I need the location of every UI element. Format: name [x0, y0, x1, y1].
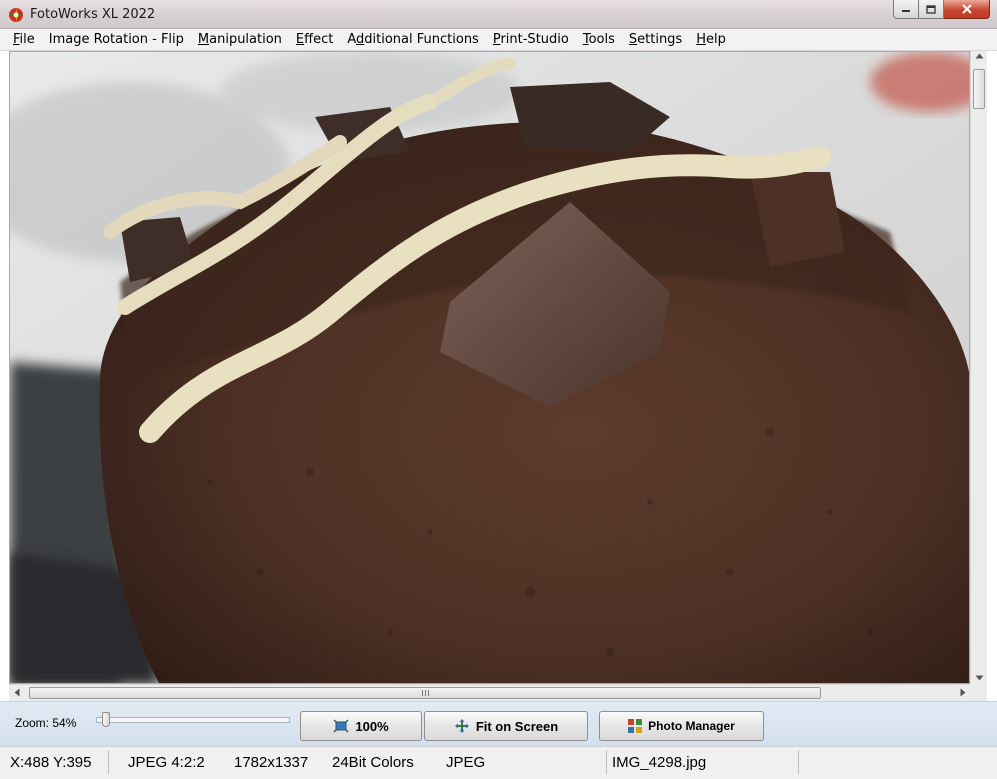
- status-format-subsampling: JPEG 4:2:2: [128, 754, 205, 771]
- fit-on-screen-label: Fit on Screen: [475, 718, 559, 734]
- menu-settings[interactable]: Settings: [622, 30, 689, 50]
- maximize-icon: [926, 4, 936, 14]
- actual-size-icon: [333, 719, 349, 733]
- photo-manager-icon: [628, 719, 643, 733]
- status-separator: [798, 750, 799, 774]
- zoom-toolbar: Zoom: 54% 100% Fit on Screen Photo Manag…: [0, 701, 997, 746]
- image-canvas[interactable]: [9, 51, 970, 684]
- photo-muffin: [10, 52, 969, 683]
- photo-manager-label: Photo Manager: [648, 719, 735, 733]
- horizontal-scroll-thumb[interactable]: [29, 687, 821, 699]
- scrollbar-corner: [970, 684, 987, 701]
- menu-manipulation[interactable]: Manipulation: [191, 30, 289, 50]
- minimize-button[interactable]: [893, 0, 919, 19]
- status-bar: X:488 Y:395 JPEG 4:2:2 1782x1337 24Bit C…: [0, 746, 997, 779]
- scroll-down-arrow-icon[interactable]: [975, 675, 984, 681]
- menu-help[interactable]: Help: [689, 30, 733, 50]
- app-logo-icon: [9, 8, 23, 22]
- status-filename: IMG_4298.jpg: [612, 754, 707, 771]
- scroll-up-arrow-icon[interactable]: [975, 53, 984, 59]
- menu-effect[interactable]: Effect: [289, 30, 340, 50]
- fit-screen-icon: [454, 719, 470, 733]
- scroll-grip-icon: [421, 690, 429, 696]
- window-controls: [893, 0, 990, 20]
- vertical-scrollbar[interactable]: [970, 51, 987, 684]
- status-format: JPEG: [446, 754, 486, 771]
- scroll-right-arrow-icon[interactable]: [960, 688, 966, 697]
- window-title: FotoWorks XL 2022: [30, 7, 156, 22]
- minimize-icon: [902, 10, 910, 12]
- menu-bar: File Image Rotation - Flip Manipulation …: [0, 29, 997, 51]
- status-dimensions: 1782x1337: [234, 754, 309, 771]
- status-coordinates: X:488 Y:395: [10, 754, 92, 771]
- zoom-slider-track[interactable]: [96, 717, 290, 723]
- zoom-label: Zoom: 54%: [15, 716, 77, 730]
- menu-tools[interactable]: Tools: [576, 30, 622, 50]
- menu-file[interactable]: File: [6, 30, 42, 50]
- zoom-slider-thumb[interactable]: [102, 712, 110, 727]
- zoom-slider[interactable]: [96, 712, 290, 728]
- status-separator: [108, 750, 109, 774]
- fit-on-screen-button[interactable]: Fit on Screen: [424, 711, 588, 741]
- maximize-button[interactable]: [919, 0, 944, 19]
- status-separator: [606, 750, 607, 774]
- close-button[interactable]: [944, 0, 990, 19]
- menu-print-studio[interactable]: Print-Studio: [486, 30, 576, 50]
- zoom-100-button[interactable]: 100%: [300, 711, 422, 741]
- photo-manager-button[interactable]: Photo Manager: [599, 711, 764, 741]
- zoom-100-label: 100%: [355, 718, 389, 734]
- menu-image-rotation-flip[interactable]: Image Rotation - Flip: [42, 30, 191, 50]
- close-icon: [961, 4, 972, 14]
- horizontal-scrollbar[interactable]: [9, 684, 970, 701]
- vertical-scroll-thumb[interactable]: [973, 69, 985, 109]
- scroll-left-arrow-icon[interactable]: [14, 688, 20, 697]
- menu-additional-functions[interactable]: Additional Functions: [340, 30, 485, 50]
- status-colors: 24Bit Colors: [332, 754, 414, 771]
- title-bar: FotoWorks XL 2022: [0, 0, 997, 29]
